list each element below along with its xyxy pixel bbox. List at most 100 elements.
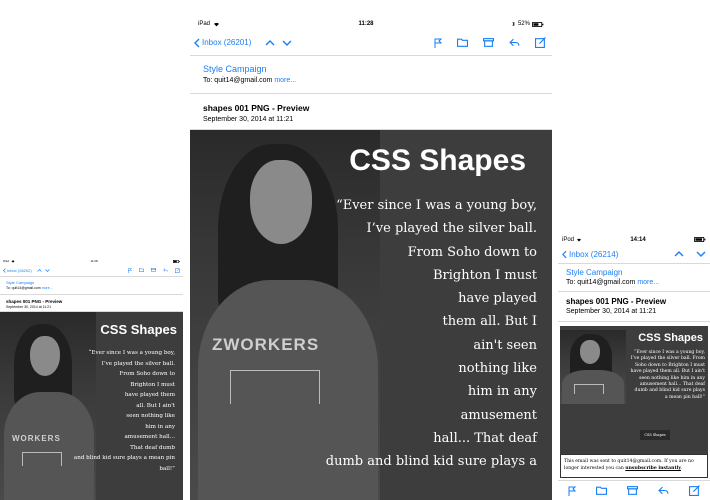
chevron-down-icon[interactable] [282,40,292,46]
reply-icon[interactable] [509,38,520,47]
inbox-back-button[interactable]: Inbox (26214) [569,250,618,259]
inbox-back-button[interactable]: Inbox (26202) [7,268,32,273]
css-shapes-title: CSS Shapes [100,322,177,337]
flag-icon[interactable] [568,486,576,496]
back-chevron-icon[interactable] [3,267,6,273]
bottom-toolbar [558,480,710,500]
quote-line: I’ve played the silver ball. [366,221,537,237]
quote-text: “Ever since I was a young boy, I’ve playe… [0,348,175,474]
email-date: September 30, 2014 at 11:21 [566,308,657,315]
quote-line: ain't seen [473,337,537,353]
quote-line: seen nothing like [126,413,175,419]
more-link[interactable]: more... [274,77,296,84]
quote-line: a mean pin ball!” [664,394,705,400]
wifi-icon [11,260,15,263]
clock: 11:28 [358,21,374,27]
quote-line: “Ever since I was a young boy, [336,198,537,213]
quote-line: him in any [145,423,175,430]
ipad-large-screenshot: iPad 11:28 52% Inbox (26201) Style Campa… [190,18,552,500]
unsubscribe-note: This email was sent to quit14@gmail.com.… [560,454,708,478]
quote-line: them all. But I [442,314,538,330]
email-subject: shapes 001 PNG - Preview [566,297,667,306]
battery-icon [173,259,180,263]
archive-icon[interactable] [151,268,156,272]
wifi-icon [213,22,220,27]
to-prefix: To: [566,279,576,286]
sender-name[interactable]: Style Campaign [6,280,177,285]
email-subject: shapes 001 PNG - Preview [203,103,310,113]
quote-text: “Ever since I was a young boy, I’ve playe… [565,350,705,401]
quote-line: I’ve played the silver ball. [101,360,175,367]
footer-line-1: This email was sent to quit14@gmail.com.… [564,459,694,464]
mail-navbar: Inbox (26202) [0,264,183,277]
clock: 14:14 [630,236,646,243]
quote-line: From Soho down to [407,244,537,260]
chevron-down-icon[interactable] [44,268,50,272]
clock: 11:28 [90,259,98,263]
sender-name[interactable]: Style Campaign [566,268,702,277]
status-bar: iPod 14:14 [558,234,710,245]
recipient-line: To: quit14@gmail.com more... [566,279,702,286]
footer-line-2-prefix: longer interested you can [564,466,626,471]
quote-line: and blind kid sure plays a mean pin [73,455,175,461]
quote-line: have played them [124,392,175,398]
inbox-back-button[interactable]: Inbox (26201) [202,38,251,47]
chevron-down-icon[interactable] [696,251,706,257]
more-link[interactable]: more... [42,286,53,290]
css-shapes-title: CSS Shapes [638,332,703,344]
chevron-up-icon[interactable] [36,268,42,272]
subject-block: shapes 001 PNG - Preview September 30, 2… [558,292,710,322]
quote-line: nothing like [458,361,537,377]
quote-line: amusement [460,407,537,423]
folder-icon[interactable] [457,38,468,47]
status-bar: iPad 11:28 52% [190,18,552,30]
quote-line: dumb and blind kid sure plays a [325,454,537,470]
recipient-email: quit14@gmail.com [214,77,273,84]
quote-line: Brighton I must [130,381,175,388]
device-label: iPad [3,259,10,263]
flag-icon[interactable] [128,267,132,273]
chevron-up-icon[interactable] [265,39,275,46]
folder-icon[interactable] [139,268,144,272]
folder-icon[interactable] [596,486,607,495]
bluetooth-icon [512,21,515,27]
recipient-line: To: quit14@gmail.com more... [203,77,539,84]
css-shapes-button[interactable]: CSS Shapes [640,430,670,440]
battery-percent: 52% [517,21,530,27]
email-body: ZWORKERS CSS Shapes “Ever since I was a … [190,130,552,500]
email-subject: shapes 001 PNG - Preview [6,299,63,304]
chevron-up-icon[interactable] [674,251,684,257]
mail-navbar: Inbox (26201) [190,30,552,56]
sender-block: Style Campaign To: quit14@gmail.com more… [558,264,710,292]
battery-icon [694,237,706,242]
email-body: CSS Shapes “Ever since I was a young boy… [560,326,708,454]
css-shapes-title: CSS Shapes [349,144,526,177]
quote-line: all. But I ain't [136,402,175,409]
compose-icon[interactable] [689,485,700,496]
archive-icon[interactable] [627,486,638,495]
unsubscribe-link[interactable]: unsubscribe instantly [625,466,681,471]
back-chevron-icon[interactable] [194,38,200,48]
to-prefix: To: [203,77,213,84]
sender-name[interactable]: Style Campaign [203,64,539,74]
reply-icon[interactable] [658,486,669,495]
email-body: WORKERS CSS Shapes “Ever since I was a y… [0,312,183,500]
archive-icon[interactable] [483,38,494,47]
quote-line: have played [458,291,537,307]
back-chevron-icon[interactable] [562,250,567,259]
reply-icon[interactable] [163,268,168,272]
ipad-small-screenshot: iPad 11:28 Inbox (26202) Style Campaign … [0,258,183,500]
recipient-email: quit14@gmail.com [11,286,41,290]
quote-line: ball!” [159,465,175,472]
mail-navbar: Inbox (26214) [558,245,710,264]
quote-line: From Soho down to [119,371,175,377]
more-link[interactable]: more... [637,279,659,286]
flag-icon[interactable] [434,38,442,48]
quote-line: Brighton I must [432,267,537,283]
compose-icon[interactable] [535,37,546,48]
compose-icon[interactable] [175,267,180,273]
email-date: September 30, 2014 at 11:21 [6,305,52,309]
subject-block: shapes 001 PNG - Preview September 30, 2… [190,94,552,130]
device-label: iPod [562,236,575,243]
quote-line: him in any [467,384,537,400]
